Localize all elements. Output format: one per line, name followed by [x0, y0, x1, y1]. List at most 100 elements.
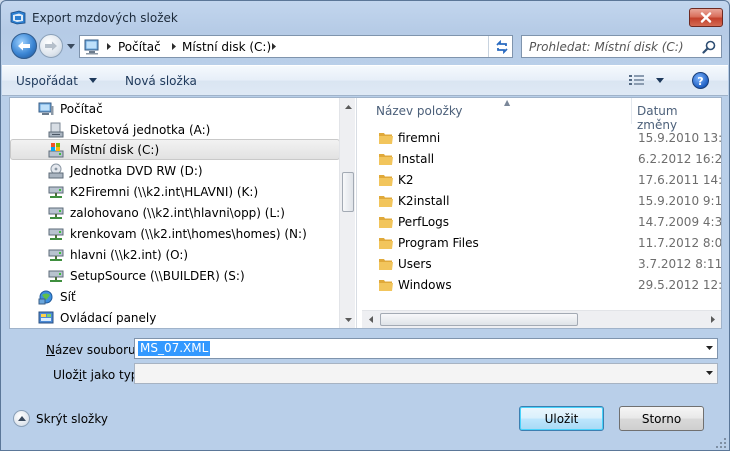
organize-button[interactable]: Uspořádat [16, 74, 78, 88]
file-date: 15.9.2010 9:14 [638, 194, 721, 208]
file-row[interactable]: Users 3.7.2012 8:11 [362, 254, 721, 275]
network-drive-icon [48, 270, 64, 282]
save-button[interactable]: Uložit [519, 406, 604, 431]
nav-item-floppy[interactable]: Disketová jednotka (A:) [48, 119, 210, 140]
file-name: K2install [398, 194, 450, 208]
search-input[interactable]: Prohledat: Místní disk (C:) [529, 40, 684, 54]
nav-item-local-disk[interactable]: Místní disk (C:) [10, 139, 340, 160]
hide-folders-label: Skrýt složky [36, 411, 108, 426]
breadcrumb-local-disk[interactable]: Místní disk (C:) [182, 40, 271, 54]
nav-item-label: Ovládací panely [60, 310, 157, 325]
breadcrumb-separator-icon[interactable] [170, 42, 178, 51]
file-date: 14.7.2009 4:37 [638, 215, 721, 229]
nav-item-label: Počítač [60, 101, 103, 116]
scroll-down-button[interactable] [340, 311, 355, 328]
nav-item-label: Disketová jednotka (A:) [70, 122, 211, 137]
scroll-left-button[interactable] [362, 311, 379, 328]
nav-item-zalohovano[interactable]: zalohovano (\\k2.int\hlavni\opp) (L:) [48, 202, 285, 223]
breadcrumb-separator-icon[interactable] [105, 42, 113, 51]
folder-icon [379, 196, 393, 207]
help-icon: ? [697, 75, 704, 88]
nav-item-control-panel[interactable]: Ovládací panely [38, 307, 156, 328]
chevron-down-icon [344, 317, 352, 322]
chevron-down-icon[interactable] [706, 371, 713, 375]
network-drive-icon [48, 228, 64, 240]
file-date: 17.6.2011 14:13 [638, 173, 721, 187]
nav-item-network[interactable]: Síť [38, 286, 76, 307]
hide-folders-button[interactable] [13, 410, 30, 427]
chevron-down-icon[interactable] [706, 346, 713, 350]
nav-item-k2firemni[interactable]: K2Firemni (\\k2.int\HLAVNI) (K:) [48, 181, 258, 202]
nav-item-krenkovam[interactable]: krenkovam (\\k2.int\homes\homes) (N:) [48, 223, 307, 244]
control-panel-icon [38, 311, 54, 323]
arrow-left-icon [18, 41, 30, 51]
file-row[interactable]: PerfLogs 14.7.2009 4:37 [362, 212, 721, 233]
filename-combobox[interactable]: MS_07.XML [134, 338, 718, 359]
network-drive-icon [48, 249, 64, 261]
file-date: 29.5.2012 12:27 [638, 278, 721, 292]
file-row[interactable]: firemni 15.9.2010 13:18 [362, 128, 721, 149]
file-name: K2 [398, 173, 414, 187]
app-icon [10, 10, 26, 25]
nav-item-label: K2Firemni (\\k2.int\HLAVNI) (K:) [70, 184, 259, 199]
search-box[interactable]: Prohledat: Místní disk (C:) [521, 35, 722, 58]
nav-item-computer[interactable]: Počítač [38, 98, 103, 119]
scroll-right-button[interactable] [704, 311, 721, 328]
title-bar[interactable]: Export mzdových složek [1, 1, 729, 35]
breadcrumb-separator-icon[interactable] [270, 42, 278, 51]
nav-item-label: zalohovano (\\k2.int\hlavni\opp) (L:) [70, 205, 285, 220]
resize-grip-icon[interactable] [715, 437, 727, 449]
views-dropdown-icon[interactable] [656, 78, 664, 83]
file-row[interactable]: Windows 29.5.2012 12:27 [362, 275, 721, 296]
file-name: Install [398, 152, 435, 166]
views-icon[interactable] [628, 74, 646, 88]
export-dialog: Export mzdových složek Počítač Místní di… [0, 0, 730, 451]
close-icon [700, 12, 712, 23]
network-drive-icon [48, 186, 64, 198]
hide-folders-toggle[interactable]: Skrýt složky [13, 410, 108, 427]
pane-splitter[interactable] [356, 98, 361, 328]
scroll-thumb[interactable] [342, 172, 354, 212]
nav-vertical-scrollbar[interactable] [339, 98, 355, 328]
filename-input[interactable]: MS_07.XML [138, 341, 211, 356]
nav-item-setupsource[interactable]: SetupSource (\\BUILDER) (S:) [48, 265, 245, 286]
file-date: 6.2.2012 16:22 [638, 152, 721, 166]
file-horizontal-scrollbar[interactable] [362, 310, 721, 328]
file-row[interactable]: K2install 15.9.2010 9:14 [362, 191, 721, 212]
nav-item-dvd[interactable]: Jednotka DVD RW (D:) [48, 160, 203, 181]
file-list[interactable]: ▲ Název položky Datum změny firemni 15.9… [362, 98, 721, 328]
column-header-date[interactable]: Datum změny [637, 98, 721, 132]
column-divider[interactable] [631, 98, 632, 124]
close-button[interactable] [689, 8, 723, 27]
file-row[interactable]: Program Files 11.7.2012 8:06 [362, 233, 721, 254]
folder-icon [379, 280, 393, 291]
nav-item-hlavni[interactable]: hlavni (\\k2.int) (O:) [48, 244, 188, 265]
forward-button[interactable] [39, 34, 63, 58]
address-bar[interactable]: Počítač Místní disk (C:) [79, 35, 513, 58]
help-button[interactable]: ? [692, 72, 709, 89]
search-icon[interactable] [702, 40, 716, 54]
back-button[interactable] [11, 33, 37, 59]
scroll-thumb[interactable] [380, 313, 578, 326]
recent-pages-dropdown[interactable] [66, 41, 76, 51]
chevron-down-icon[interactable] [89, 78, 97, 83]
filename-label-text: ázev souboru: [54, 343, 140, 357]
nav-item-label: SetupSource (\\BUILDER) (S:) [70, 268, 245, 283]
file-row[interactable]: K2 17.6.2011 14:13 [362, 170, 721, 191]
file-date: 15.9.2010 13:18 [638, 131, 721, 145]
network-icon [38, 290, 53, 304]
computer-icon [84, 39, 99, 55]
refresh-button[interactable] [491, 37, 513, 57]
folder-icon [379, 217, 393, 228]
new-folder-button[interactable]: Nová složka [125, 74, 197, 88]
navigation-pane[interactable]: Počítač Disketová jednotka (A:) Místní d… [10, 98, 355, 328]
cancel-button[interactable]: Storno [619, 406, 704, 431]
column-header-name[interactable]: Název položky [376, 98, 462, 125]
scroll-up-button[interactable] [340, 98, 355, 115]
file-row[interactable]: Install 6.2.2012 16:22 [362, 149, 721, 170]
address-divider [488, 36, 489, 57]
breadcrumb-computer[interactable]: Počítač [118, 40, 161, 54]
filetype-select[interactable] [134, 363, 718, 384]
file-date: 11.7.2012 8:06 [638, 236, 721, 250]
window-title: Export mzdových složek [32, 11, 178, 25]
